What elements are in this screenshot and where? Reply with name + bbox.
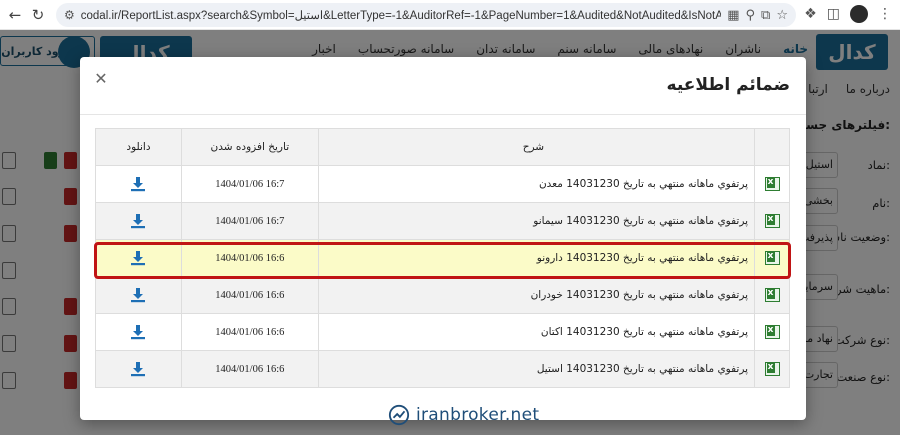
download-icon[interactable]	[130, 250, 146, 266]
table-row: پرتفوي ماهانه منتهي به تاريخ 14031230 سي…	[95, 202, 790, 240]
file-type-cell	[754, 350, 790, 388]
excel-file-icon	[764, 251, 780, 265]
bookmark-star-icon[interactable]: ☆	[776, 8, 788, 23]
row-description: پرتفوي ماهانه منتهي به تاريخ 14031230 اك…	[317, 313, 756, 351]
close-icon[interactable]: ✕	[93, 71, 109, 87]
row-description: پرتفوي ماهانه منتهي به تاريخ 14031230 دا…	[317, 239, 756, 277]
profile-avatar[interactable]	[850, 5, 868, 23]
table-row: پرتفوي ماهانه منتهي به تاريخ 14031230 خو…	[95, 276, 790, 314]
header-download: دانلود	[95, 128, 182, 166]
excel-file-icon	[764, 177, 780, 191]
excel-file-icon	[764, 214, 780, 228]
header-date-added: تاریخ افزوده شدن	[180, 128, 319, 166]
menu-dots-icon[interactable]: ⋮	[878, 6, 892, 22]
reload-icon[interactable]: ↻	[27, 4, 49, 26]
back-icon[interactable]: ←	[4, 4, 26, 26]
attachments-table: شرح تاریخ افزوده شدن دانلود پرتفوي ماهان…	[95, 128, 790, 388]
row-date-added: 1404/01/06 16:7	[180, 202, 319, 240]
row-description: پرتفوي ماهانه منتهي به تاريخ 14031230 مع…	[317, 165, 756, 203]
watermark-text: iranbroker.net	[416, 405, 540, 425]
zoom-icon[interactable]: ⚲	[746, 8, 756, 23]
row-description: پرتفوي ماهانه منتهي به تاريخ 14031230 سي…	[317, 202, 756, 240]
excel-file-icon	[764, 362, 780, 376]
table-row: پرتفوي ماهانه منتهي به تاريخ 14031230 اس…	[95, 350, 790, 388]
split-view-icon[interactable]: ◫	[827, 6, 840, 22]
download-cell	[95, 202, 182, 240]
table-row: پرتفوي ماهانه منتهي به تاريخ 14031230 اك…	[95, 313, 790, 351]
row-description: پرتفوي ماهانه منتهي به تاريخ 14031230 اس…	[317, 350, 756, 388]
attachments-modal: ✕ ضمائم اطلاعیه شرح تاریخ افزوده شدن دان…	[80, 57, 806, 420]
share-icon[interactable]: ⧉	[761, 8, 770, 23]
modal-title: ضمائم اطلاعیه	[666, 75, 790, 95]
row-date-added: 1404/01/06 16:6	[180, 239, 319, 277]
file-type-cell	[754, 239, 790, 277]
row-date-added: 1404/01/06 16:6	[180, 350, 319, 388]
address-bar[interactable]: ⚙ codal.ir/ReportList.aspx?search&Symbol…	[56, 3, 796, 27]
watermark: iranbroker.net	[388, 404, 539, 426]
download-icon[interactable]	[130, 361, 146, 377]
download-cell	[95, 276, 182, 314]
download-icon[interactable]	[130, 287, 146, 303]
translate-icon[interactable]: ▦	[727, 8, 739, 23]
row-date-added: 1404/01/06 16:6	[180, 276, 319, 314]
row-description: پرتفوي ماهانه منتهي به تاريخ 14031230 خو…	[317, 276, 756, 314]
file-type-cell	[754, 276, 790, 314]
file-type-cell	[754, 202, 790, 240]
table-row: پرتفوي ماهانه منتهي به تاريخ 14031230 دا…	[95, 239, 790, 277]
download-icon[interactable]	[130, 324, 146, 340]
row-date-added: 1404/01/06 16:6	[180, 313, 319, 351]
header-description: شرح	[317, 128, 756, 166]
table-row: پرتفوي ماهانه منتهي به تاريخ 14031230 مع…	[95, 165, 790, 203]
table-header-row: شرح تاریخ افزوده شدن دانلود	[95, 128, 790, 166]
file-type-cell	[754, 165, 790, 203]
extension-icon[interactable]: ❖	[804, 6, 817, 22]
download-icon[interactable]	[130, 176, 146, 192]
download-icon[interactable]	[130, 213, 146, 229]
excel-file-icon	[764, 288, 780, 302]
header-icon-cell	[754, 128, 790, 166]
chart-logo-icon	[388, 404, 410, 426]
browser-toolbar: ← ↻ ⚙ codal.ir/ReportList.aspx?search&Sy…	[0, 0, 900, 30]
download-cell	[95, 239, 182, 277]
download-cell	[95, 350, 182, 388]
file-type-cell	[754, 313, 790, 351]
modal-divider	[80, 114, 806, 115]
site-info-icon[interactable]: ⚙	[64, 8, 75, 22]
download-cell	[95, 313, 182, 351]
row-date-added: 1404/01/06 16:7	[180, 165, 319, 203]
url-text: codal.ir/ReportList.aspx?search&Symbol=ا…	[80, 10, 722, 22]
download-cell	[95, 165, 182, 203]
excel-file-icon	[764, 325, 780, 339]
